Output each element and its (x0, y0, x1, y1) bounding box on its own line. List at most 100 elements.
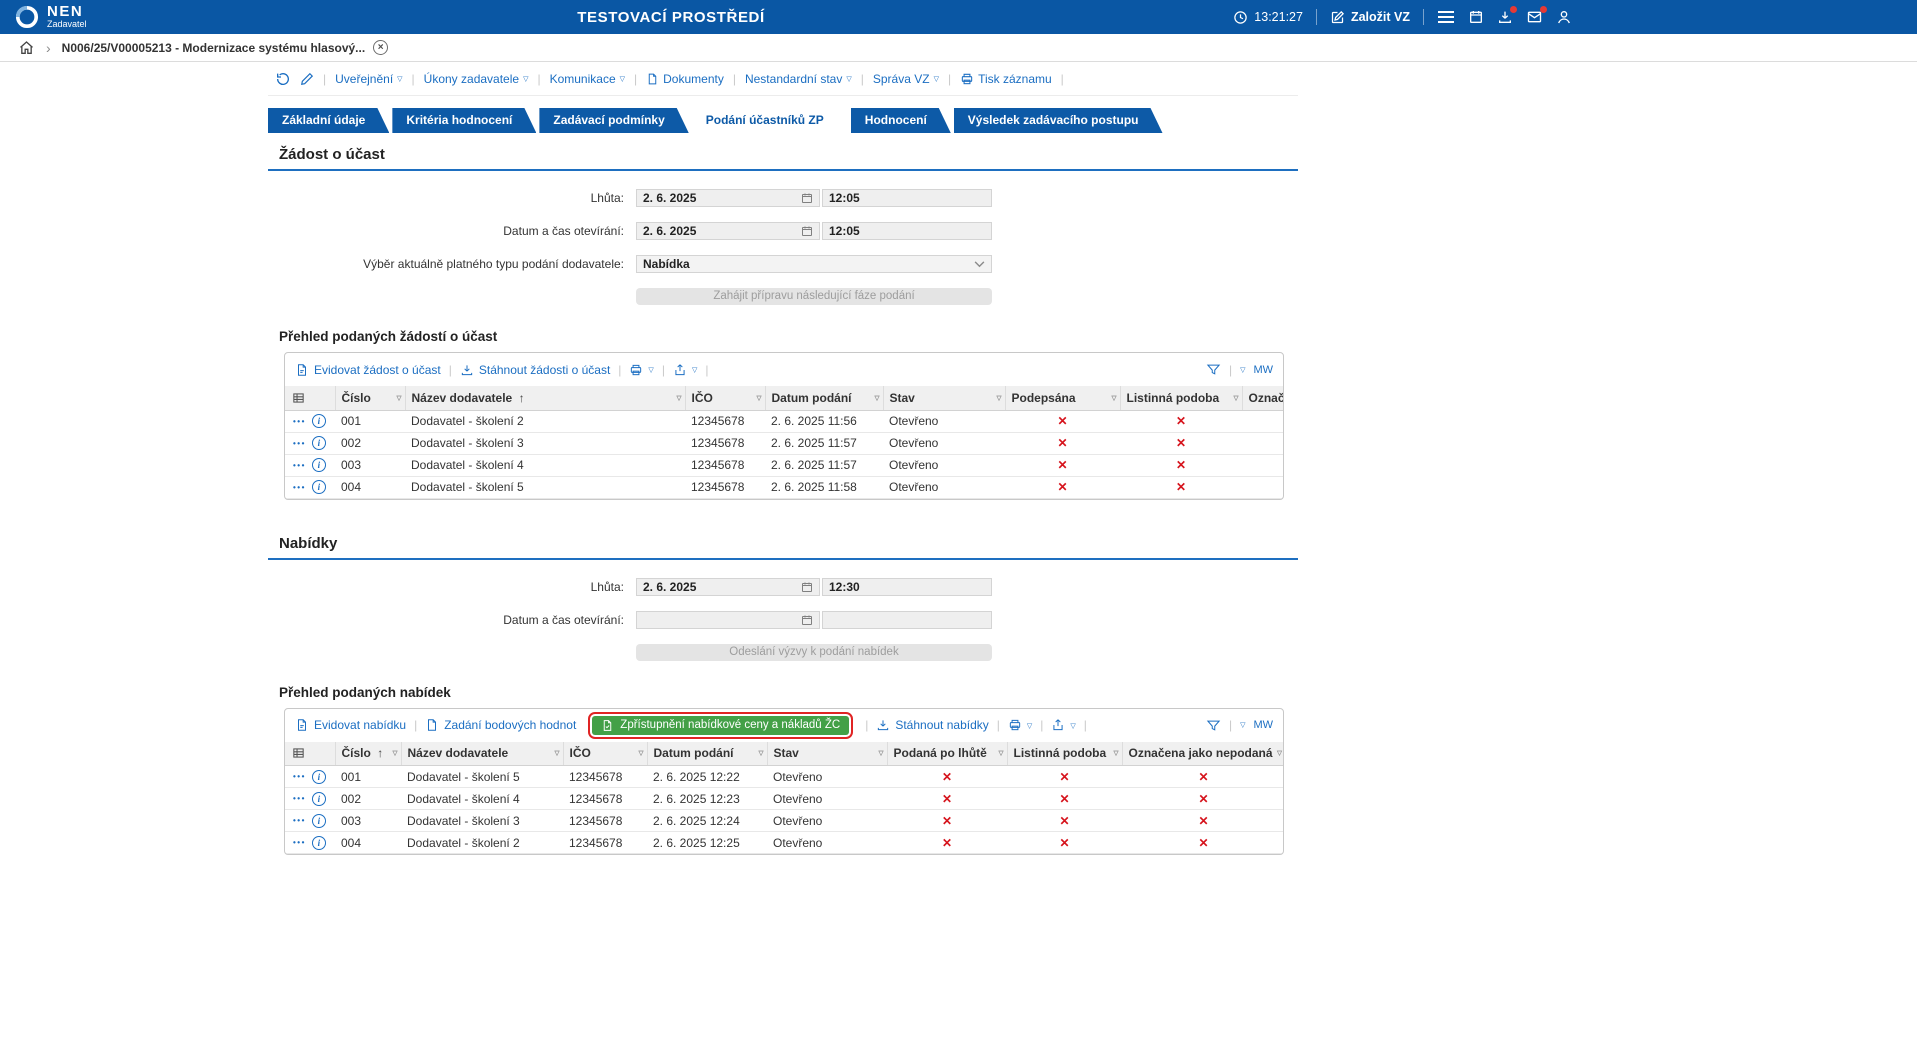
record-tab[interactable]: N006/25/V00005213 - Modernizace systému … (62, 40, 389, 55)
table-row[interactable]: ••• i 001 Dodavatel - školení 5 12345678… (285, 766, 1284, 788)
action-dokumenty[interactable]: Dokumenty (646, 72, 724, 86)
table-row[interactable]: ••• i 004 Dodavatel - školení 2 12345678… (285, 832, 1284, 854)
downloads-button[interactable] (1497, 9, 1513, 25)
column-filter-icon[interactable]: ▽ (677, 394, 682, 402)
info-icon[interactable]: i (312, 436, 326, 450)
row-menu-icon[interactable]: ••• (293, 439, 306, 448)
info-icon[interactable]: i (312, 458, 326, 472)
column-header-datum-podani[interactable]: Datum podání ▽ (647, 742, 767, 766)
evidovat-nabidku-button[interactable]: Evidovat nabídku (295, 718, 406, 732)
column-filter-icon[interactable]: ▽ (997, 394, 1002, 402)
tab-podani-ucastniku-zp[interactable]: Podání účastníků ZP (692, 108, 848, 133)
column-header-listinna-podoba[interactable]: Listinná podoba ▽ (1007, 742, 1122, 766)
lhuta-time-input[interactable]: 12:05 (822, 189, 992, 207)
column-filter-icon[interactable]: ▽ (757, 394, 762, 402)
print-table-button[interactable]: ▽ (629, 363, 653, 377)
zpristupneni-nabidkove-ceny-button[interactable]: Zpřístupnění nabídkové ceny a nákladů ŽC (592, 716, 849, 735)
column-filter-icon[interactable]: ▽ (879, 749, 884, 757)
column-header-podana-po-lhute[interactable]: Podaná po lhůtě ▽ (887, 742, 1007, 766)
column-header-nazev-dodavatele[interactable]: Název dodavatele ↑ ▽ (405, 386, 685, 410)
nen-logo[interactable]: NEN Zadavatel (14, 4, 87, 30)
column-header-nazev-dodavatele[interactable]: Název dodavatele ▽ (401, 742, 563, 766)
table-row[interactable]: ••• i 003 Dodavatel - školení 4 12345678… (285, 454, 1284, 476)
column-header-stav[interactable]: Stav ▽ (883, 386, 1005, 410)
history-icon[interactable] (275, 71, 291, 87)
row-menu-icon[interactable]: ••• (293, 816, 306, 825)
print-table-button[interactable]: ▽ (1008, 718, 1032, 732)
column-header-stav[interactable]: Stav ▽ (767, 742, 887, 766)
column-filter-icon[interactable]: ▽ (759, 749, 764, 757)
typ-podani-select[interactable]: Nabídka (636, 255, 992, 273)
table-row[interactable]: ••• i 004 Dodavatel - školení 5 12345678… (285, 476, 1284, 498)
table-row[interactable]: ••• i 002 Dodavatel - školení 4 12345678… (285, 788, 1284, 810)
filter-funnel-icon[interactable] (1206, 718, 1221, 733)
info-icon[interactable]: i (312, 836, 326, 850)
column-header-oznacena[interactable]: Označena jako nepodaná ▽ (1122, 742, 1284, 766)
export-table-button[interactable]: ▽ (673, 363, 697, 377)
tab-vysledek-zadavaciho-postupu[interactable]: Výsledek zadávacího postupu (954, 108, 1163, 133)
close-icon[interactable]: × (373, 40, 388, 55)
lhuta-time-input[interactable]: 12:30 (822, 578, 992, 596)
column-filter-icon[interactable]: ▽ (639, 749, 644, 757)
stahnout-nabidky-button[interactable]: Stáhnout nabídky (876, 718, 988, 732)
row-menu-icon[interactable]: ••• (293, 838, 306, 847)
mw-label[interactable]: MW (1253, 364, 1273, 376)
column-filter-icon[interactable]: ▽ (397, 394, 402, 402)
messages-button[interactable] (1526, 9, 1543, 25)
otevirani-time-input[interactable] (822, 611, 992, 629)
create-vz-button[interactable]: Založit VZ (1330, 10, 1410, 25)
action-ukony-zadavatele[interactable]: Úkony zadavatele ▽ (424, 72, 529, 86)
info-icon[interactable]: i (312, 414, 326, 428)
info-icon[interactable]: i (312, 770, 326, 784)
column-filter-icon[interactable]: ▽ (1112, 394, 1117, 402)
calendar-icon[interactable] (1468, 9, 1484, 25)
column-filter-icon[interactable]: ▽ (1277, 749, 1282, 757)
column-filter-icon[interactable]: ▽ (393, 749, 398, 757)
tab-zakladni-udaje[interactable]: Základní údaje (268, 108, 389, 133)
column-header-datum-podani[interactable]: Datum podání ▽ (765, 386, 883, 410)
mw-dropdown-icon[interactable]: ▽ (1240, 721, 1245, 729)
action-nestandardni-stav[interactable]: Nestandardní stav ▽ (745, 72, 852, 86)
otevirani-date-input[interactable] (636, 611, 820, 629)
row-menu-icon[interactable]: ••• (293, 461, 306, 470)
action-tisk-zaznamu[interactable]: Tisk záznamu (960, 72, 1052, 86)
zadani-bodovych-hodnot-button[interactable]: Zadání bodových hodnot (425, 718, 576, 732)
row-menu-icon[interactable]: ••• (293, 794, 306, 803)
row-menu-icon[interactable]: ••• (293, 417, 306, 426)
zahajit-pripravu-button[interactable]: Zahájit přípravu následující fáze podání (636, 288, 992, 305)
column-header-cislo[interactable]: Číslo ▽ (335, 386, 405, 410)
otevirani-date-input[interactable]: 2. 6. 2025 (636, 222, 820, 240)
edit-pencil-icon[interactable] (300, 72, 314, 86)
info-icon[interactable]: i (312, 480, 326, 494)
evidovat-zadost-button[interactable]: Evidovat žádost o účast (295, 363, 441, 377)
column-filter-icon[interactable]: ▽ (875, 394, 880, 402)
table-row[interactable]: ••• i 002 Dodavatel - školení 3 12345678… (285, 432, 1284, 454)
otevirani-time-input[interactable]: 12:05 (822, 222, 992, 240)
column-header-listinna-podoba[interactable]: Listinná podoba ▽ (1120, 386, 1242, 410)
table-row[interactable]: ••• i 001 Dodavatel - školení 2 12345678… (285, 410, 1284, 432)
calendar-icon[interactable] (801, 192, 813, 204)
tab-hodnoceni[interactable]: Hodnocení (851, 108, 951, 133)
row-menu-icon[interactable]: ••• (293, 772, 306, 781)
column-header-podepsana[interactable]: Podepsána ▽ (1005, 386, 1120, 410)
info-icon[interactable]: i (312, 792, 326, 806)
filter-funnel-icon[interactable] (1206, 362, 1221, 377)
column-header-ico[interactable]: IČO ▽ (563, 742, 647, 766)
mw-dropdown-icon[interactable]: ▽ (1240, 366, 1245, 374)
column-header-oznacena[interactable]: Označena jako nepodaná (1242, 386, 1284, 410)
home-icon[interactable] (18, 40, 35, 56)
odeslani-vyzvy-button[interactable]: Odeslání výzvy k podání nabídek (636, 644, 992, 661)
calendar-icon[interactable] (801, 581, 813, 593)
action-sprava-vz[interactable]: Správa VZ ▽ (873, 72, 939, 86)
action-uverejneni[interactable]: Uveřejnění ▽ (335, 72, 402, 86)
stahnout-zadosti-button[interactable]: Stáhnout žádosti o účast (460, 363, 610, 377)
column-filter-icon[interactable]: ▽ (1234, 394, 1239, 402)
calendar-icon[interactable] (801, 614, 813, 626)
action-komunikace[interactable]: Komunikace ▽ (550, 72, 625, 86)
tab-kriteria-hodnoceni[interactable]: Kritéria hodnocení (392, 108, 536, 133)
info-icon[interactable]: i (312, 814, 326, 828)
tab-zadavaci-podminky[interactable]: Zadávací podmínky (539, 108, 688, 133)
user-icon[interactable] (1556, 9, 1572, 25)
hamburger-menu-icon[interactable] (1437, 10, 1455, 24)
lhuta-date-input[interactable]: 2. 6. 2025 (636, 189, 820, 207)
